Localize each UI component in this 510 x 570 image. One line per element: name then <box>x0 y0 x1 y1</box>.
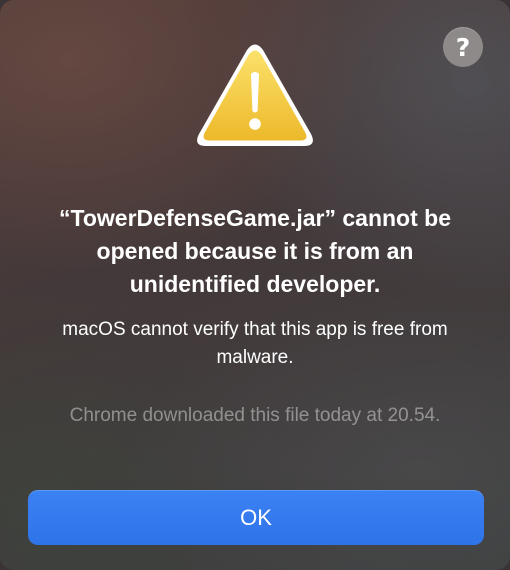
ok-button[interactable]: OK <box>28 490 484 545</box>
warning-triangle-icon <box>197 44 313 146</box>
unidentified-developer-alert: ? “TowerDefenseGame.jar” cannot be opene… <box>0 0 510 570</box>
alert-title: “TowerDefenseGame.jar” cannot be opened … <box>59 205 451 297</box>
alert-message: macOS cannot verify that this app is fre… <box>62 319 448 368</box>
download-info: Chrome downloaded this file today at 20.… <box>69 405 441 426</box>
help-button[interactable]: ? <box>443 27 483 67</box>
question-mark-icon: ? <box>455 33 471 62</box>
